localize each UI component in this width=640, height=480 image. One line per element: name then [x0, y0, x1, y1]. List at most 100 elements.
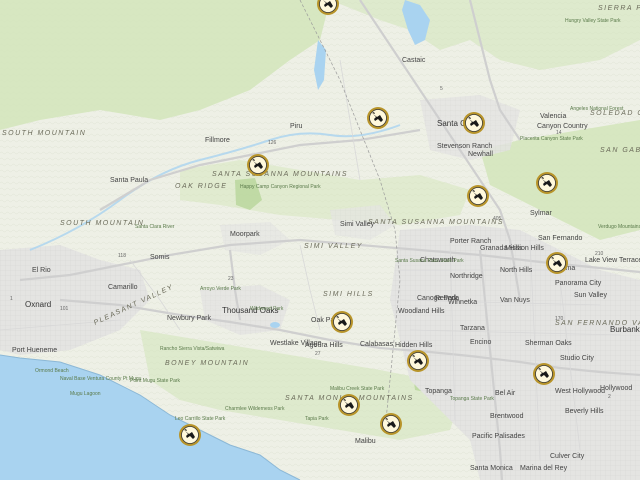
- city-label: Tarzana: [460, 325, 485, 332]
- park-label: Rancho Sierra Vista/Satwiwa: [160, 346, 225, 352]
- city-label: Newbury Park: [167, 315, 211, 322]
- road-shield: 5: [440, 86, 443, 92]
- wildfire-marker-3[interactable]: [247, 154, 269, 176]
- range-label: BONEY MOUNTAIN: [165, 360, 249, 367]
- park-label: Wildwood Park: [250, 306, 284, 312]
- city-label: Sun Valley: [574, 292, 607, 299]
- city-label: Simi Valley: [340, 221, 375, 228]
- city-label: Mission Hills: [505, 245, 544, 252]
- city-label: West Hollywood: [555, 388, 605, 395]
- park-label: Naval Base Ventura County Pt Mugu: [60, 376, 142, 382]
- city-label: Panorama City: [555, 280, 602, 287]
- city-label: Valencia: [540, 113, 566, 120]
- park-label: Verdugo Mountains: [598, 224, 640, 230]
- city-label: Culver City: [550, 453, 585, 460]
- park-label: Santa Clara River: [135, 224, 175, 230]
- park-label: Charmlee Wilderness Park: [225, 406, 285, 412]
- park-label: Topanga State Park: [450, 396, 494, 402]
- city-label: Castaic: [402, 57, 426, 64]
- city-label: San Fernando: [538, 235, 582, 242]
- road-shield: 2: [608, 394, 611, 400]
- city-label: Oxnard: [25, 300, 51, 309]
- city-label: Newhall: [468, 151, 493, 158]
- park-label: Ormond Beach: [35, 368, 69, 374]
- city-label: Winnetka: [448, 299, 477, 306]
- wildfire-marker-9[interactable]: [407, 350, 429, 372]
- city-label: Calabasas: [360, 341, 394, 348]
- range-label: SANTA SUSANNA MOUNTAINS: [368, 219, 504, 226]
- wildfire-marker-13[interactable]: [179, 424, 201, 446]
- road-shield: 27: [315, 351, 321, 357]
- city-label: Moorpark: [230, 231, 260, 238]
- range-label: SIMI VALLEY: [304, 243, 363, 250]
- wildfire-marker-6[interactable]: [536, 172, 558, 194]
- city-label: Lake View Terrace: [585, 257, 640, 264]
- wildfire-marker-2[interactable]: [367, 107, 389, 129]
- park-label: Santa Susana Pass State Park: [395, 258, 464, 264]
- map-canvas[interactable]: SOUTH MOUNTAIN SANTA SUSANNA MOUNTAINS SOU…: [0, 0, 640, 480]
- road-shield: 118: [118, 253, 126, 259]
- city-label: Somis: [150, 254, 170, 261]
- wildfire-marker-8[interactable]: [331, 311, 353, 333]
- park-label: Arroyo Verde Park: [200, 286, 241, 292]
- wildfire-marker-12[interactable]: [380, 413, 402, 435]
- range-label: SIERRA PELONA: [598, 5, 640, 12]
- range-label: OAK RIDGE: [175, 183, 227, 190]
- city-label: Encino: [470, 339, 492, 346]
- park-label: Mugu Lagoon: [70, 391, 101, 397]
- city-label: Stevenson Ranch: [437, 143, 492, 150]
- park-label: Happy Camp Canyon Regional Park: [240, 184, 321, 190]
- city-label: Porter Ranch: [450, 238, 491, 245]
- city-label: Santa Monica: [470, 465, 513, 472]
- range-label: SANTA SUSANNA MOUNTAINS: [212, 171, 348, 178]
- park-label: Placerita Canyon State Park: [520, 136, 583, 142]
- road-shield: 210: [595, 251, 604, 257]
- city-label: Marina del Rey: [520, 465, 568, 472]
- wildfire-marker-5[interactable]: [467, 185, 489, 207]
- park-label: Angeles National Forest: [570, 106, 624, 112]
- wildfire-marker-11[interactable]: [338, 394, 360, 416]
- range-label: SIMI HILLS: [323, 291, 374, 298]
- lake-westlake: [270, 322, 280, 328]
- city-label: Studio City: [560, 355, 594, 362]
- city-label: Van Nuys: [500, 297, 530, 304]
- city-label: Northridge: [450, 273, 483, 280]
- road-shield: 14: [556, 130, 562, 136]
- city-label: Topanga: [425, 388, 452, 395]
- city-label: Canyon Country: [537, 123, 588, 130]
- city-label: Santa Paula: [110, 177, 148, 184]
- park-label: Hungry Valley State Park: [565, 18, 621, 24]
- city-label: Bel Air: [495, 390, 516, 397]
- road-shield: 23: [228, 276, 234, 282]
- city-label: Beverly Hills: [565, 408, 604, 415]
- city-label: Hollywood: [600, 385, 632, 392]
- road-shield: 405: [493, 216, 502, 222]
- city-label: Hidden Hills: [395, 342, 433, 349]
- city-label: North Hills: [500, 267, 533, 274]
- city-label: Camarillo: [108, 284, 138, 291]
- city-label: Fillmore: [205, 137, 230, 144]
- park-label: Malibu Creek State Park: [330, 386, 385, 392]
- city-label: Westlake Village: [270, 340, 322, 347]
- range-label: SOUTH MOUNTAIN: [60, 220, 144, 227]
- city-label: Malibu: [355, 438, 376, 445]
- city-label: Piru: [290, 123, 303, 130]
- city-label: El Rio: [32, 267, 51, 274]
- wildfire-marker-4[interactable]: [463, 112, 485, 134]
- city-label: Port Hueneme: [12, 347, 57, 354]
- city-label: Brentwood: [490, 413, 524, 420]
- wildfire-marker-10[interactable]: [533, 363, 555, 385]
- city-label: Sylmar: [530, 210, 552, 217]
- road-shield: 101: [60, 306, 69, 312]
- range-label: SOUTH MOUNTAIN: [2, 130, 86, 137]
- park-label: Leo Carrillo State Park: [175, 416, 226, 422]
- road-shield: 170: [555, 316, 564, 322]
- park-label: Tapia Park: [305, 416, 329, 422]
- city-label: Woodland Hills: [398, 308, 445, 315]
- city-label: Burbank: [610, 325, 640, 334]
- road-shield: 126: [268, 140, 277, 146]
- city-label: Sherman Oaks: [525, 340, 572, 347]
- road-shield: 1: [10, 296, 13, 302]
- wildfire-marker-7[interactable]: [546, 252, 568, 274]
- city-label: Pacific Palisades: [472, 433, 525, 440]
